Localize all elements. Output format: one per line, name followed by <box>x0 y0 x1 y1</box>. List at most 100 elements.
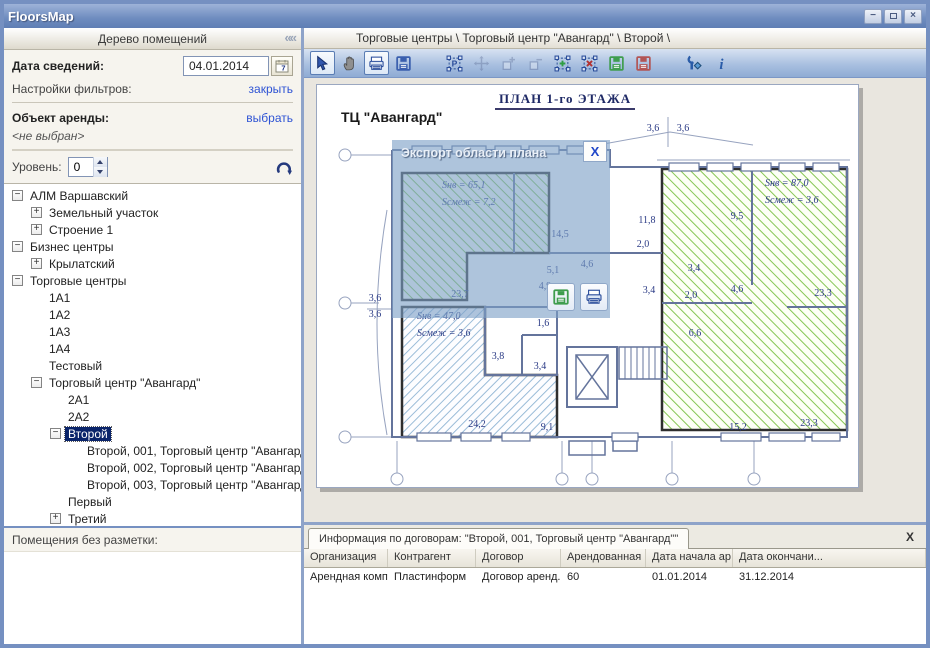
dim-label: 3,6 <box>369 293 382 304</box>
tree-item[interactable]: +Крылатский <box>4 255 301 272</box>
column-header[interactable]: Договор <box>476 549 561 567</box>
column-header[interactable]: Контрагент <box>388 549 476 567</box>
dim-label: 1,6 <box>537 318 550 329</box>
export-region-overlay[interactable]: Экспорт области плана X <box>392 140 610 318</box>
printer-icon <box>585 288 603 306</box>
expand-icon[interactable]: + <box>31 258 42 269</box>
tree-item-label: 1А1 <box>46 291 73 305</box>
collapse-icon[interactable]: − <box>12 275 23 286</box>
save-area-button[interactable] <box>604 51 629 75</box>
tree-item[interactable]: + Третий <box>4 510 301 526</box>
tree-item[interactable]: Второй, 001, Торговый центр "Авангард" <box>4 442 301 459</box>
remove-area-button[interactable] <box>631 51 656 75</box>
table-row[interactable]: Арендная компа... Пластинформ Договор ар… <box>304 568 926 587</box>
save-button[interactable] <box>391 51 416 75</box>
tree-item-label: Третий <box>65 512 110 526</box>
tree-item[interactable]: Второй, 002, Торговый центр "Авангард" <box>4 459 301 476</box>
collapse-icon[interactable]: − <box>31 377 42 388</box>
calendar-button[interactable]: 7 <box>271 56 293 76</box>
contracts-tab[interactable]: Информация по договорам: "Второй, 001, Т… <box>308 528 689 549</box>
dim-label: 2,0 <box>637 239 650 250</box>
tree-item-label: АЛМ Варшавский <box>27 189 131 203</box>
info-button[interactable]: i <box>709 51 734 75</box>
dim-label: 3,4 <box>534 361 547 372</box>
level-down-button[interactable] <box>94 167 107 177</box>
level-stepper[interactable] <box>68 157 108 177</box>
tree-item[interactable]: 1А4 <box>4 340 301 357</box>
tree-item[interactable]: +Строение 1 <box>4 221 301 238</box>
expand-icon[interactable]: + <box>31 224 42 235</box>
dim-label: 9,5 <box>731 211 744 222</box>
refresh-button[interactable] <box>275 158 293 176</box>
close-button[interactable]: × <box>904 9 922 24</box>
cell-contract: Договор аренд... <box>476 568 561 587</box>
tree-item[interactable]: 2А1 <box>4 391 301 408</box>
cursor-button[interactable] <box>310 51 335 75</box>
tree-item-label: Второй, 003, Торговый центр "Авангард" <box>84 478 301 492</box>
expand-icon[interactable]: + <box>50 513 61 524</box>
level-input[interactable] <box>69 160 93 174</box>
column-header[interactable]: Арендованная ... <box>561 549 646 567</box>
minimize-button[interactable]: − <box>864 9 882 24</box>
print-button[interactable] <box>364 51 389 75</box>
pan-button[interactable] <box>337 51 362 75</box>
level-up-button[interactable] <box>94 157 107 167</box>
level-label: Уровень: <box>12 160 62 174</box>
tree-item-label: Второй, 001, Торговый центр "Авангард" <box>84 444 301 458</box>
entrance-steps <box>569 441 637 455</box>
tree-item[interactable]: 1А3 <box>4 323 301 340</box>
cell-organization: Арендная компа... <box>304 568 388 587</box>
tree-item[interactable]: 1А1 <box>4 289 301 306</box>
window-title: FloorsMap <box>8 9 864 24</box>
collapse-icon[interactable]: − <box>12 190 23 201</box>
cell-counterparty: Пластинформ <box>388 568 476 587</box>
tree-item[interactable]: −АЛМ Варшавский <box>4 187 301 204</box>
export-overlay-title: Экспорт области плана <box>401 146 546 160</box>
plan-toolbar: Pi <box>304 49 926 78</box>
print-icon <box>368 55 385 72</box>
info-icon: i <box>713 55 730 72</box>
tree-item-label: Бизнес центры <box>27 240 117 254</box>
elevator <box>576 355 608 399</box>
column-header[interactable]: Организация <box>304 549 388 567</box>
rent-object-value: <не выбран> <box>12 129 293 143</box>
collapse-icon[interactable]: − <box>50 428 61 439</box>
date-input[interactable] <box>183 56 269 76</box>
export-region-button[interactable]: P <box>442 51 467 75</box>
maximize-button[interactable] <box>884 9 902 24</box>
tree-item[interactable]: Тестовый <box>4 357 301 374</box>
select-rent-object-link[interactable]: выбрать <box>246 111 293 125</box>
collapse-icon[interactable]: − <box>12 241 23 252</box>
tree-item[interactable]: 2А2 <box>4 408 301 425</box>
add-area-button[interactable] <box>550 51 575 75</box>
dim-label: 23,3 <box>800 418 818 429</box>
column-header[interactable]: Дата начала ар... <box>646 549 733 567</box>
tree-item[interactable]: −Торговый центр "Авангард" <box>4 374 301 391</box>
plan-canvas[interactable]: Sнв = 65,1 Sсмеж = 7,2 Sнв = 87,0 Sсмеж … <box>304 78 926 522</box>
tree-item[interactable]: Второй, 003, Торговый центр "Авангард" <box>4 476 301 493</box>
export-save-button[interactable] <box>547 283 575 311</box>
dim-label: 23,3 <box>814 288 832 299</box>
dim-label: 24,2 <box>468 419 486 430</box>
delete-area-icon <box>581 55 598 72</box>
tree-item[interactable]: −Торговые центры <box>4 272 301 289</box>
tree-item[interactable]: −Второй <box>4 425 301 442</box>
delete-area-button[interactable] <box>577 51 602 75</box>
tree-item-label: Земельный участок <box>46 206 161 220</box>
export-print-button[interactable] <box>580 283 608 311</box>
info-panel-close-button[interactable]: X <box>906 530 920 548</box>
export-close-button[interactable]: X <box>583 141 607 162</box>
column-header[interactable]: Дата окончани... <box>733 549 926 567</box>
tree-item[interactable]: 1А2 <box>4 306 301 323</box>
tree-item[interactable]: −Бизнес центры <box>4 238 301 255</box>
tree-item[interactable]: + Земельный участок <box>4 204 301 221</box>
close-filters-link[interactable]: закрыть <box>249 82 293 96</box>
settings-button[interactable] <box>682 51 707 75</box>
contracts-table: Организация Контрагент Договор Арендован… <box>304 549 926 644</box>
room-blue[interactable] <box>402 307 557 437</box>
expand-icon[interactable]: + <box>31 207 42 218</box>
collapse-panel-button[interactable]: «« <box>285 30 295 45</box>
tree-item[interactable]: Первый <box>4 493 301 510</box>
pan-icon <box>341 55 358 72</box>
contracts-info-panel: Информация по договорам: "Второй, 001, Т… <box>304 525 926 644</box>
